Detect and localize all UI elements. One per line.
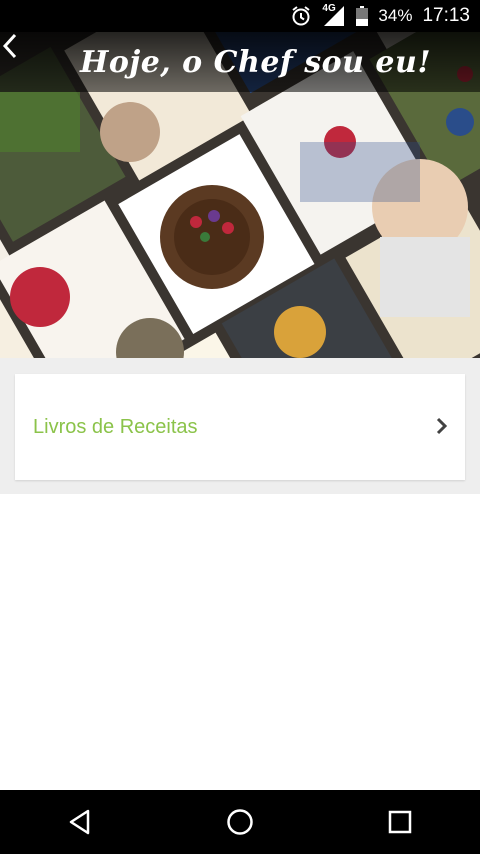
battery-icon xyxy=(356,6,369,26)
nav-home-button[interactable] xyxy=(210,792,270,852)
content-area: Livros de Receitas xyxy=(0,358,480,494)
list-item-label: Livros de Receitas xyxy=(33,415,198,438)
hero-banner: Hoje, o Chef sou eu! xyxy=(0,32,480,358)
system-nav-bar xyxy=(0,790,480,854)
back-button[interactable] xyxy=(0,32,48,92)
home-circle-icon xyxy=(227,809,253,835)
list-item-livros-de-receitas[interactable]: Livros de Receitas xyxy=(15,374,465,480)
nav-recents-button[interactable] xyxy=(370,792,430,852)
chevron-right-icon xyxy=(436,417,448,435)
battery-percent: 34% xyxy=(378,6,413,25)
recents-square-icon xyxy=(388,810,412,834)
app-header: Hoje, o Chef sou eu! xyxy=(0,32,480,92)
clock: 17:13 xyxy=(422,5,470,26)
back-triangle-icon xyxy=(69,809,90,835)
nav-back-button[interactable] xyxy=(50,792,110,852)
status-bar: 4G 34% 17:13 xyxy=(0,0,480,32)
signal-icon: 4G xyxy=(322,3,346,27)
alarm-icon xyxy=(290,5,312,27)
back-arrow-icon xyxy=(2,33,17,59)
network-type: 4G xyxy=(322,3,336,14)
app-title: Hoje, o Chef sou eu! xyxy=(80,44,431,80)
